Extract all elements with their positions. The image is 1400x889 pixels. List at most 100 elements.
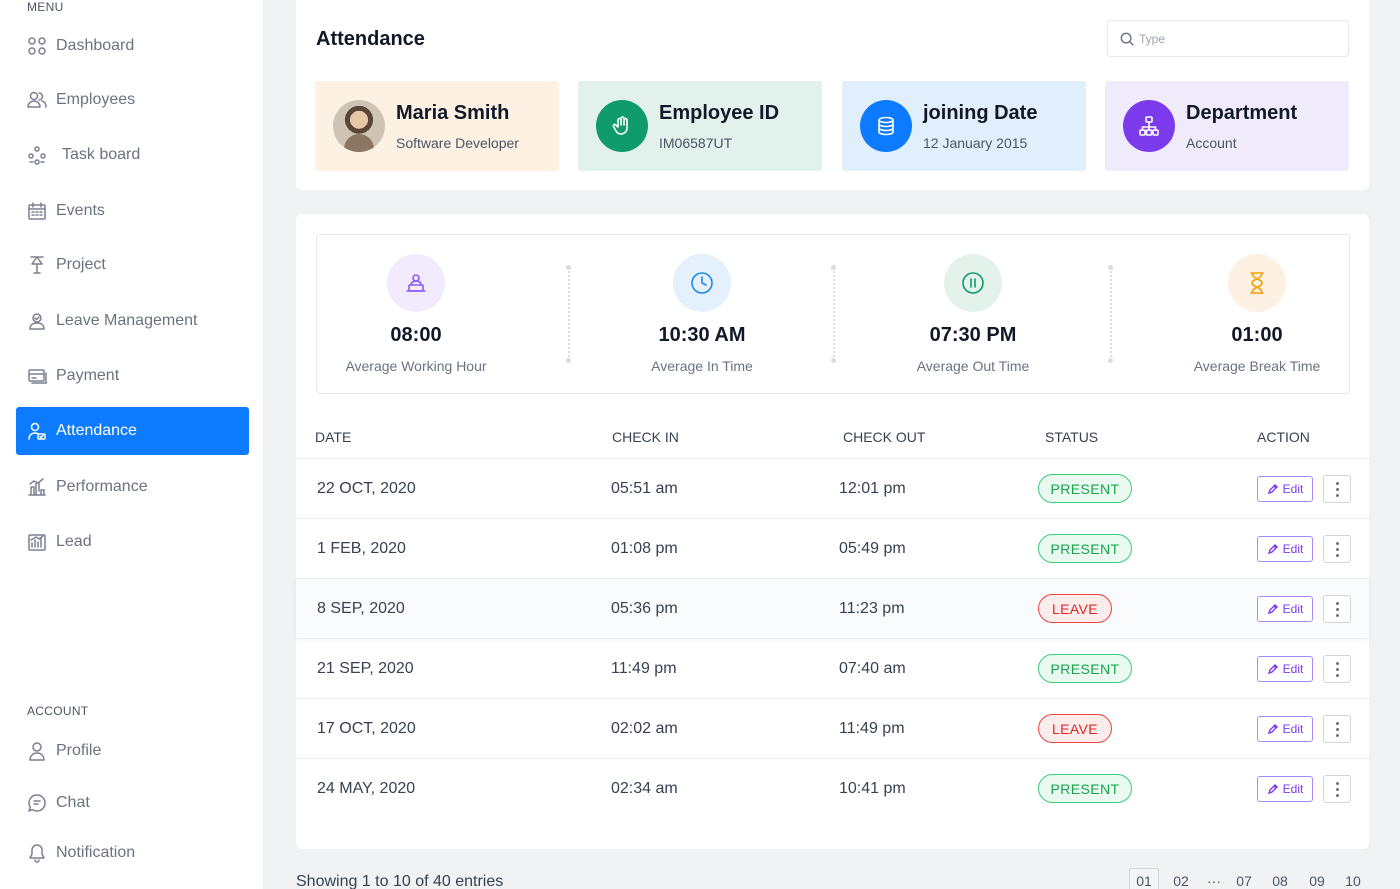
edit-button[interactable]: Edit [1257, 596, 1313, 622]
sidebar-item-employees[interactable]: Employees [16, 76, 249, 124]
sidebar-item-project[interactable]: Project [16, 241, 249, 289]
more-dot [1335, 547, 1339, 551]
column-header-status: STATUS [1045, 429, 1099, 445]
pagination-ellipsis: ··· [1207, 873, 1221, 889]
sidebar-item-notification[interactable]: Notification [16, 829, 249, 877]
stat-value: 01:00 [1231, 324, 1283, 346]
users-icon [26, 89, 48, 111]
clock-icon [673, 254, 731, 312]
pencil-icon [1267, 544, 1278, 555]
joining-date-value: 12 January 2015 [923, 134, 1028, 151]
more-dot [1335, 673, 1339, 677]
pencil-icon [1267, 724, 1278, 735]
sidebar-item-attendance[interactable]: Attendance [16, 407, 249, 455]
cell-check-out: 11:49 pm [839, 720, 905, 737]
page-button[interactable]: 10 [1339, 868, 1367, 889]
laptop-user-icon [387, 254, 445, 312]
table-row: 1 FEB, 2020 01:08 pm 05:49 pm PRESENT Edit [296, 518, 1369, 578]
task-board-icon [26, 144, 48, 166]
more-dot [1335, 601, 1339, 605]
cell-date: 17 OCT, 2020 [317, 720, 416, 737]
page-button[interactable]: 01 [1129, 868, 1159, 889]
status-badge: PRESENT [1038, 654, 1132, 683]
search-icon [1120, 32, 1134, 46]
more-dot [1335, 733, 1339, 737]
more-dot [1335, 721, 1339, 725]
cell-check-out: 12:01 pm [839, 480, 906, 497]
more-options-button[interactable] [1323, 715, 1351, 743]
edit-button[interactable]: Edit [1257, 656, 1313, 682]
search-box[interactable] [1107, 20, 1349, 57]
cell-check-in: 01:08 pm [611, 540, 678, 557]
joining-date-title: joining Date [923, 101, 1038, 124]
edit-button[interactable]: Edit [1257, 536, 1313, 562]
more-dot [1335, 727, 1339, 731]
sidebar-item-task-board[interactable]: Task board [16, 131, 249, 179]
status-badge: PRESENT [1038, 474, 1132, 503]
table-header: DATE CHECK IN CHECK OUT STATUS ACTION [296, 429, 1369, 458]
more-dot [1335, 667, 1339, 671]
more-dot [1335, 553, 1339, 557]
page-button[interactable]: 08 [1266, 868, 1294, 889]
more-dot [1335, 793, 1339, 797]
sidebar-item-chat[interactable]: Chat [16, 779, 249, 827]
cell-check-out: 10:41 pm [839, 780, 906, 797]
sidebar-item-performance[interactable]: Performance [16, 463, 249, 511]
employee-id-card: Employee ID IM06587UT [578, 81, 822, 171]
more-dot [1335, 661, 1339, 665]
stat-value: 10:30 AM [658, 324, 746, 346]
edit-label: Edit [1282, 542, 1304, 556]
edit-label: Edit [1282, 602, 1304, 616]
stat-working-hour: 08:00 Average Working Hour [286, 235, 546, 395]
sidebar-item-label: Performance [56, 478, 148, 495]
sidebar-item-label: Dashboard [56, 37, 135, 54]
search-input[interactable] [1139, 31, 1339, 46]
employee-role: Software Developer [396, 134, 519, 151]
sidebar-item-dashboard[interactable]: Dashboard [16, 22, 249, 70]
table-row: 24 MAY, 2020 02:34 am 10:41 pm PRESENT Edit [296, 758, 1369, 818]
stat-label: Average Break Time [1193, 358, 1321, 374]
stats-panel: 08:00 Average Working Hour 10:30 AM Aver… [316, 234, 1350, 394]
sidebar-item-leave-management[interactable]: Leave Management [16, 297, 249, 345]
bell-icon [26, 842, 48, 864]
stat-value: 07:30 PM [929, 324, 1017, 346]
pause-icon [944, 254, 1002, 312]
page-button[interactable]: 02 [1167, 868, 1195, 889]
sidebar-item-label: Profile [56, 742, 102, 759]
more-dot [1335, 493, 1339, 497]
pencil-icon [1267, 664, 1278, 675]
more-options-button[interactable] [1323, 775, 1351, 803]
sidebar-item-profile[interactable]: Profile [16, 727, 249, 775]
lead-icon [26, 531, 48, 553]
page-button[interactable]: 07 [1230, 868, 1258, 889]
sidebar-item-payment[interactable]: Payment [16, 352, 249, 400]
more-dot [1335, 613, 1339, 617]
edit-button[interactable]: Edit [1257, 776, 1313, 802]
sidebar-item-events[interactable]: Events [16, 187, 249, 235]
more-dot [1335, 781, 1339, 785]
stat-value: 08:00 [390, 324, 442, 346]
database-icon [860, 100, 912, 152]
cell-check-in: 11:49 pm [611, 660, 677, 677]
page-button[interactable]: 09 [1303, 868, 1331, 889]
more-options-button[interactable] [1323, 595, 1351, 623]
performance-icon [26, 476, 48, 498]
department-title: Department [1186, 101, 1298, 124]
more-options-button[interactable] [1323, 475, 1351, 503]
edit-label: Edit [1282, 722, 1304, 736]
table-row: 17 OCT, 2020 02:02 am 11:49 pm LEAVE Edit [296, 698, 1369, 758]
stat-in-time: 10:30 AM Average In Time [572, 235, 832, 395]
sidebar: MENU Dashboard Employees Task board Even… [0, 0, 263, 889]
cell-check-out: 11:23 pm [839, 600, 905, 617]
stat-label: Average Out Time [916, 358, 1030, 374]
edit-button[interactable]: Edit [1257, 716, 1313, 742]
more-options-button[interactable] [1323, 535, 1351, 563]
employee-id-title: Employee ID [659, 101, 780, 124]
edit-button[interactable]: Edit [1257, 476, 1313, 502]
sidebar-item-label: Notification [56, 844, 136, 861]
payment-icon [26, 365, 48, 387]
more-options-button[interactable] [1323, 655, 1351, 683]
sidebar-item-lead[interactable]: Lead [16, 518, 249, 566]
joining-date-card: joining Date 12 January 2015 [842, 81, 1086, 171]
stat-break-time: 01:00 Average Break Time [1127, 235, 1387, 395]
